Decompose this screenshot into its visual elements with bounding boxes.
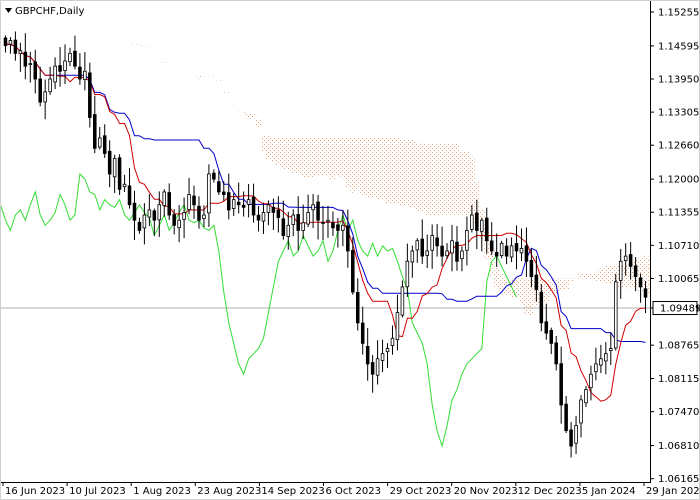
current-price-label: 1.09489 xyxy=(660,304,700,315)
x-tick-label: 12 Dec 2023 xyxy=(518,486,582,497)
y-tick-label: 1.10065 xyxy=(658,274,699,285)
y-tick-label: 1.15255 xyxy=(658,8,699,19)
x-tick-label: 16 Jun 2023 xyxy=(5,486,65,497)
candle xyxy=(613,273,618,351)
x-tick-label: 29 Jan 2024 xyxy=(646,486,700,497)
chart-svg: 1.15255 1.14595 1.13950 1.13305 1.12660 1.120… xyxy=(0,0,700,500)
y-tick-label: 1.08115 xyxy=(658,374,699,385)
y-tick-label: 1.13950 xyxy=(658,75,699,86)
x-tick-label: 10 Jul 2023 xyxy=(69,486,126,497)
x-tick-label: 29 Oct 2023 xyxy=(390,486,452,497)
candle xyxy=(117,154,122,195)
chart-background xyxy=(0,0,700,500)
y-tick-label: 1.08765 xyxy=(658,341,699,352)
y-tick-label: 1.10710 xyxy=(658,241,699,252)
x-tick-label: 14 Sep 2023 xyxy=(261,486,324,497)
y-tick-label: 1.06810 xyxy=(658,441,699,452)
y-tick-label: 1.07470 xyxy=(658,407,699,418)
chart-title: GBPCHF,Daily xyxy=(15,6,84,17)
y-tick-label: 1.14595 xyxy=(658,41,699,52)
y-tick-label: 1.12660 xyxy=(658,141,699,152)
x-tick-label: 5 Jan 2024 xyxy=(582,486,636,497)
candle xyxy=(499,240,504,259)
x-tick-label: 1 Aug 2023 xyxy=(133,486,191,497)
x-tick-label: 23 Aug 2023 xyxy=(197,486,261,497)
y-tick-label: 1.11355 xyxy=(658,208,699,219)
y-tick-label: 1.12000 xyxy=(658,175,699,186)
x-tick-label: 20 Nov 2023 xyxy=(454,486,518,497)
y-tick-label: 1.06165 xyxy=(658,474,699,485)
current-price-box: 1.09489 xyxy=(652,301,700,316)
x-tick-label: 6 Oct 2023 xyxy=(326,486,381,497)
y-tick-label: 1.13305 xyxy=(658,108,699,119)
y-axis: 1.15255 1.14595 1.13950 1.13305 1.12660 1.120… xyxy=(650,8,699,485)
